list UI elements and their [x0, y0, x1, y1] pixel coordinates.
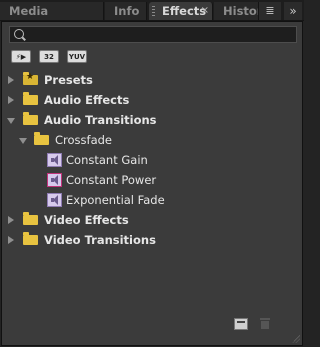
tab-effects[interactable]: Effects × [149, 2, 213, 20]
tree-item-constant-gain[interactable]: Constant Gain [2, 150, 302, 170]
tree-item-label: Audio Transitions [44, 113, 157, 127]
tree-item-label: Presets [44, 73, 93, 87]
disclosure-arrow-icon[interactable] [8, 216, 14, 224]
audio-transition-icon [47, 193, 62, 207]
tree-item-label: Video Effects [44, 213, 129, 227]
tab-label: Effects [162, 4, 207, 18]
disclosure-arrow-icon[interactable] [8, 76, 14, 84]
tab-media-browser[interactable]: Media Browser [0, 2, 104, 36]
folder-icon [23, 232, 38, 245]
tree-item-label: Audio Effects [44, 93, 130, 107]
32-bit-effects-button[interactable]: 32 [39, 50, 59, 63]
tree-item-video-effects[interactable]: Video Effects [2, 210, 302, 230]
tab-info[interactable]: Info [105, 2, 147, 20]
folder-icon [23, 92, 38, 105]
accelerated-effects-icon: ⚡▶ [15, 53, 27, 61]
panel-menu-icon[interactable]: ≣ [259, 2, 281, 20]
close-icon[interactable]: × [201, 2, 209, 20]
delete-icon[interactable] [258, 318, 272, 330]
tree-item-presets[interactable]: Presets [2, 70, 302, 90]
folder-icon [23, 112, 38, 125]
tree-item-label: Crossfade [55, 133, 112, 147]
tree-item-label: Constant Power [66, 173, 157, 187]
search-input[interactable] [28, 27, 293, 42]
tab-overflow-icon[interactable]: » [284, 2, 302, 20]
tree-item-constant-power[interactable]: Constant Power [2, 170, 302, 190]
folder-icon [34, 132, 49, 145]
panel-tab-bar: Media Browser Info Effects × History ≣ » [0, 0, 304, 36]
tab-label: Info [114, 4, 140, 18]
folder-icon [23, 212, 38, 225]
tree-item-crossfade[interactable]: Crossfade [2, 130, 302, 150]
tab-label: History [223, 4, 258, 18]
tree-item-video-transitions[interactable]: Video Transitions [2, 230, 302, 250]
audio-transition-icon [47, 153, 62, 167]
effects-panel: ⚡▶ 32 YUV Presets Audio Effects Audio Tr… [1, 21, 303, 346]
default-audio-transition-icon [47, 173, 62, 187]
yuv-effects-icon: YUV [68, 53, 86, 61]
disclosure-arrow-icon[interactable] [7, 118, 15, 124]
disclosure-arrow-icon[interactable] [19, 138, 27, 144]
tree-item-audio-transitions[interactable]: Audio Transitions [2, 110, 302, 130]
presets-folder-icon [23, 72, 38, 85]
new-custom-bin-icon[interactable] [234, 318, 248, 330]
accelerated-effects-button[interactable]: ⚡▶ [11, 50, 31, 63]
drag-grip-icon[interactable] [152, 6, 155, 16]
tree-item-label: Exponential Fade [66, 193, 165, 207]
disclosure-arrow-icon[interactable] [8, 96, 14, 104]
disclosure-arrow-icon[interactable] [8, 236, 14, 244]
tree-item-label: Constant Gain [66, 153, 148, 167]
yuv-effects-button[interactable]: YUV [67, 50, 87, 63]
resize-grip-icon[interactable] [292, 335, 300, 343]
search-icon [14, 29, 24, 39]
search-field[interactable] [9, 26, 297, 43]
32-bit-effects-icon: 32 [44, 53, 54, 61]
tab-history[interactable]: History [214, 2, 259, 20]
tree-item-audio-effects[interactable]: Audio Effects [2, 90, 302, 110]
tree-item-label: Video Transitions [44, 233, 156, 247]
tree-item-exponential-fade[interactable]: Exponential Fade [2, 190, 302, 210]
